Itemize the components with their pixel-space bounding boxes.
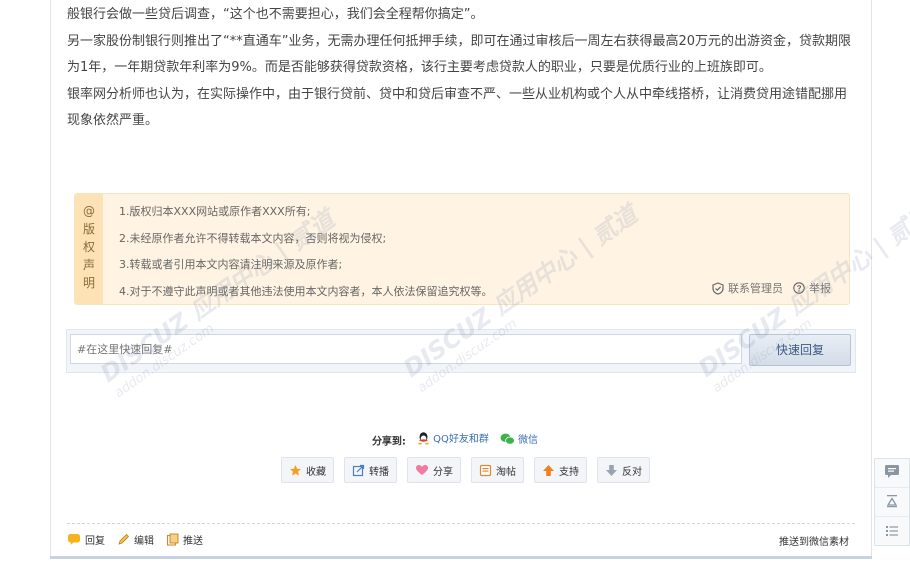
- copyright-tag-char: 声: [82, 258, 95, 272]
- report-link[interactable]: 举报: [793, 280, 831, 296]
- collection-label: 淘帖: [496, 466, 516, 478]
- post-bottom-border: [50, 556, 872, 559]
- copyright-item: 2.未经原作者允许不得转载本文内容，否则将视为侵权;: [119, 231, 387, 245]
- copyright-notice: @ 版 权 声 明 1.版权归本XXX网站或原作者XXX所有; 2.未经原作者允…: [74, 193, 850, 305]
- article-paragraph: 银率网分析师也认为，在实际操作中，由于银行贷前、贷中和贷后审查不严、一些从业机构…: [67, 86, 848, 129]
- share-label: 分享到:: [371, 436, 406, 448]
- share-row: 分享到: QQ好友和群 微信: [0, 430, 910, 448]
- quick-reply-bar: 快速回复: [66, 329, 856, 373]
- copyright-item: 4.对于不遵守此声明或者其他违法使用本文内容者，本人依法保留追究权等。: [119, 284, 493, 298]
- forward-label: 转播: [369, 466, 389, 478]
- push-link[interactable]: 推送: [166, 532, 203, 547]
- oppose-label: 反对: [622, 466, 642, 478]
- report-label: 举报: [809, 282, 831, 295]
- push-wechat-link[interactable]: 推送到微信素材: [779, 533, 849, 548]
- reply-link[interactable]: 回复: [67, 532, 105, 547]
- share-wechat-label: 微信: [518, 435, 539, 446]
- copyright-tag-char: 权: [82, 240, 95, 254]
- share-qq-label: QQ好友和群: [433, 434, 489, 445]
- quick-reply-input[interactable]: [70, 334, 742, 364]
- quick-reply-button[interactable]: 快速回复: [749, 334, 851, 366]
- article-body: 般银行会做一些贷后调查，“这个也不需要担心，我们会全程帮你搞定”。 另一家股份制…: [67, 2, 857, 135]
- contact-admin-label: 联系管理员: [728, 282, 783, 295]
- copyright-tag-char: 版: [82, 222, 95, 236]
- copyright-list: 1.版权归本XXX网站或原作者XXX所有; 2.未经原作者允许不得转载本文内容，…: [119, 204, 493, 304]
- divider: [67, 523, 855, 524]
- back-to-top-button[interactable]: [875, 488, 909, 517]
- star-icon: [289, 464, 302, 477]
- edit-label: 编辑: [134, 536, 154, 547]
- favorite-label: 收藏: [306, 466, 326, 478]
- push-icon: [166, 533, 179, 546]
- article-paragraph: 般银行会做一些贷后调查，“这个也不需要担心，我们会全程帮你搞定”。: [67, 7, 484, 22]
- copyright-tag-char: 明: [82, 276, 95, 290]
- copyright-actions: 联系管理员 举报: [712, 280, 831, 296]
- favorite-button[interactable]: 收藏: [281, 457, 334, 483]
- share-wechat-link[interactable]: 微信: [500, 431, 538, 446]
- reply-bubble-icon: [67, 533, 81, 546]
- post-footer: 回复 编辑 推送 推送到微信素材: [67, 532, 855, 550]
- share-button[interactable]: 分享: [407, 457, 461, 483]
- heart-icon: [415, 464, 429, 476]
- copyright-tag: @ 版 权 声 明: [75, 194, 103, 304]
- edit-link[interactable]: 编辑: [117, 532, 154, 547]
- wechat-icon: [500, 433, 515, 445]
- share-label: 分享: [433, 466, 453, 478]
- push-label: 推送: [183, 536, 203, 547]
- oppose-button[interactable]: 反对: [597, 457, 650, 483]
- back-to-top-icon: [885, 493, 899, 512]
- post-footer-actions: 回复 编辑 推送: [67, 532, 203, 547]
- question-icon: [793, 282, 805, 294]
- comment-icon: [884, 464, 900, 483]
- post-action-buttons: 收藏 转播 分享 淘帖 支持 反对: [281, 457, 650, 483]
- support-label: 支持: [559, 466, 579, 478]
- thumb-down-icon: [605, 464, 618, 477]
- support-button[interactable]: 支持: [534, 457, 587, 483]
- collection-icon: [479, 464, 492, 477]
- qq-icon: [417, 431, 430, 445]
- list-tool-button[interactable]: [875, 517, 909, 545]
- list-icon: [885, 522, 899, 541]
- thumb-up-icon: [542, 464, 555, 477]
- article-paragraph: 另一家股份制银行则推出了“**直通车”业务，无需办理任何抵押手续，即可在通过审核…: [67, 33, 852, 76]
- copyright-tag-char: @: [83, 204, 95, 218]
- copyright-item: 1.版权归本XXX网站或原作者XXX所有;: [119, 205, 311, 218]
- side-toolbar: [874, 458, 910, 546]
- collection-button[interactable]: 淘帖: [471, 457, 524, 483]
- forward-button[interactable]: 转播: [344, 457, 397, 483]
- share-qq-link[interactable]: QQ好友和群: [417, 430, 489, 445]
- forward-icon: [352, 464, 365, 477]
- reply-label: 回复: [85, 536, 105, 547]
- copyright-item: 3.转载或者引用本文内容请注明来源及原作者;: [119, 258, 343, 271]
- contact-admin-link[interactable]: 联系管理员: [712, 280, 783, 296]
- pencil-icon: [117, 533, 130, 546]
- comment-tool-button[interactable]: [875, 459, 909, 488]
- shield-check-icon: [712, 281, 724, 295]
